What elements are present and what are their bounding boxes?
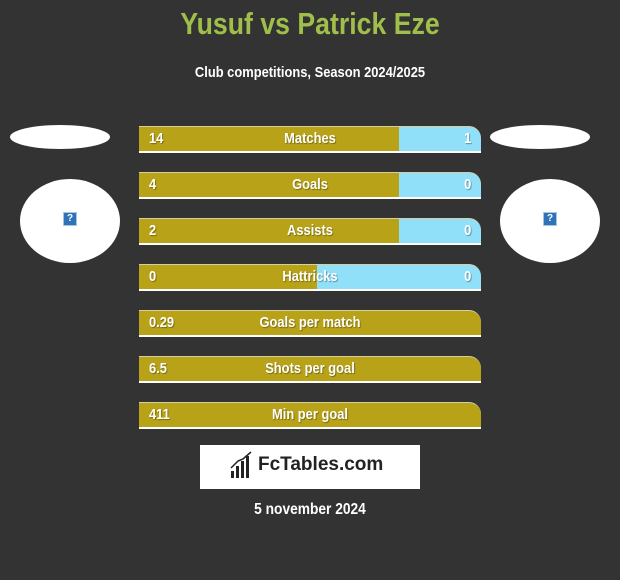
right-value: 0 [463,176,471,193]
stat-row: 14 Matches 1 [139,126,481,153]
missing-image-icon: ? [543,212,557,226]
page-title: Yusuf vs Patrick Eze [180,6,440,41]
stat-row: 2 Assists 0 [139,218,481,245]
stat-row: 0.29 Goals per match [139,310,481,337]
stat-row: 0 Hattricks 0 [139,264,481,291]
right-player-avatar[interactable]: ? [500,179,600,263]
stat-row: 411 Min per goal [139,402,481,429]
left-value: 14 [149,130,164,147]
left-value: 2 [149,222,157,239]
left-value: 0 [149,268,157,285]
right-value: 1 [463,130,471,147]
left-value: 4 [149,176,157,193]
date-label: 5 november 2024 [254,501,366,518]
stat-label: Min per goal [272,406,348,423]
stat-label: Goals [292,176,328,193]
stat-label: Hattricks [282,268,338,285]
logo-text: FcTables.com [258,454,384,475]
stat-label: Matches [284,130,336,147]
right-value: 0 [463,222,471,239]
stat-label: Goals per match [259,314,361,331]
stat-row: 6.5 Shots per goal [139,356,481,383]
fctables-logo[interactable]: FcTables.com [200,445,420,489]
stat-row: 4 Goals 0 [139,172,481,199]
bar-chart-icon [230,451,252,478]
right-player-name-placeholder [490,125,590,149]
left-player-avatar[interactable]: ? [20,179,120,263]
stat-label: Assists [287,222,333,239]
missing-image-icon: ? [63,212,77,226]
page-subtitle: Club competitions, Season 2024/2025 [194,64,426,81]
left-player-name-placeholder [10,125,110,149]
stat-label: Shots per goal [265,360,355,377]
right-value: 0 [463,268,471,285]
